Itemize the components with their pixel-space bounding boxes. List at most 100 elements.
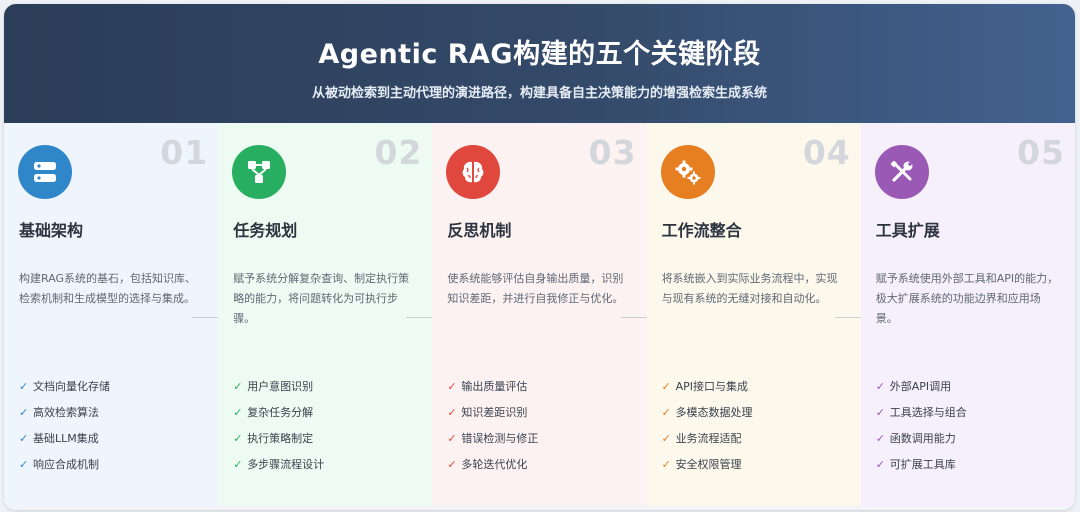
feature-item: ✓ 错误检测与修正 [447,425,538,451]
server-icon [34,162,56,182]
feature-label: 输出质量评估 [461,380,528,393]
stage-number: 05 [1017,133,1065,172]
bottom-strip [4,506,1075,510]
check-icon: ✓ [19,379,29,393]
feature-item: ✓ 安全权限管理 [662,451,753,477]
feature-label: 业务流程适配 [675,432,742,445]
stage-icon-badge [232,145,287,199]
check-icon: ✓ [661,405,671,419]
feature-label: 可扩展工具库 [889,458,956,471]
flowchart-icon [248,161,271,183]
feature-label: 文档向量化存储 [33,380,110,393]
feature-list: ✓ 文档向量化存储 ✓ 高效检索算法 ✓ 基础LLM集成 ✓ 响应合成机制 [19,373,110,477]
feature-label: 错误检测与修正 [461,432,539,445]
check-icon: ✓ [447,379,457,393]
feature-label: 高效检索算法 [33,406,99,419]
feature-list: ✓ API接口与集成 ✓ 多模态数据处理 ✓ 业务流程适配 ✓ 安全权限管理 [662,373,753,477]
page-subtitle: 从被动检索到主动代理的演进路径，构建具备自主决策能力的增强检索生成系统 [311,86,767,101]
check-icon: ✓ [447,431,457,445]
stage-card-5: 05 工具扩展 赋予系统使用外部工具和API的能力，极大扩展系统的功能边界和应用… [860,123,1075,510]
stage-icon-badge [446,145,501,199]
stage-description: 赋予系统分解复杂查询、制定执行策略的能力，将问题转化为可执行步骤。 [233,272,410,325]
feature-item: ✓ 用户意图识别 [233,373,324,399]
feature-item: ✓ 可扩展工具库 [876,451,967,477]
check-icon: ✓ [875,379,885,393]
stage-number: 03 [588,133,637,172]
check-icon: ✓ [875,405,885,419]
stage-title: 工作流整合 [661,221,742,240]
feature-item: ✓ 业务流程适配 [662,425,753,451]
stage-divider [620,317,647,318]
feature-label: 函数调用能力 [889,432,956,445]
infographic-frame: Agentic RAG构建的五个关键阶段 从被动检索到主动代理的演进路径，构建具… [4,4,1075,510]
feature-label: 响应合成机制 [33,458,99,471]
feature-list: ✓ 输出质量评估 ✓ 知识差距识别 ✓ 错误检测与修正 ✓ 多轮迭代优化 [447,373,538,477]
stage-title: 基础架构 [19,221,84,240]
check-icon: ✓ [661,431,671,445]
feature-item: ✓ 高效检索算法 [19,399,110,425]
feature-label: 工具选择与组合 [889,406,967,419]
stage-divider [406,317,433,318]
stage-description: 使系统能够评估自身输出质量，识别知识差距，并进行自我修正与优化。 [447,272,624,305]
stage-card-1: 01 基础架构 构建RAG系统的基石，包括知识库、检索机制和生成模型的选择与集成… [4,123,219,510]
check-icon: ✓ [19,457,29,471]
feature-item: ✓ 执行策略制定 [233,425,324,451]
check-icon: ✓ [875,457,885,471]
stage-icon-badge [874,145,929,199]
feature-item: ✓ 输出质量评估 [447,373,538,399]
stage-icon-badge [660,145,715,199]
feature-label: 复杂任务分解 [247,406,314,419]
brain-icon [462,161,484,183]
stage-card-2: 02 任务规划 赋予系统分解复杂查询、制定执行策略的能力，将问题转化为可执行步骤… [218,123,433,510]
feature-label: 执行策略制定 [247,432,314,445]
check-icon: ✓ [447,405,457,419]
feature-label: 多模态数据处理 [675,406,753,419]
stage-number: 04 [802,133,851,172]
gears-icon [675,160,701,185]
feature-item: ✓ 多轮迭代优化 [447,451,538,477]
check-icon: ✓ [661,457,671,471]
feature-label: API接口与集成 [675,380,748,393]
header-banner: Agentic RAG构建的五个关键阶段 从被动检索到主动代理的演进路径，构建具… [4,4,1075,123]
check-icon: ✓ [233,431,243,445]
stage-description: 赋予系统使用外部工具和API的能力，极大扩展系统的功能边界和应用场景。 [875,272,1059,325]
stage-card-3: 03 反思机制 使系统能够评估自身输出质量，识别知识差距，并进行自我修正与优化。… [432,123,647,510]
check-icon: ✓ [233,457,243,471]
check-icon: ✓ [447,457,457,471]
check-icon: ✓ [875,431,885,445]
stage-title: 任务规划 [233,221,298,240]
page-title: Agentic RAG构建的五个关键阶段 [318,39,761,70]
feature-item: ✓ 响应合成机制 [19,451,110,477]
stage-description: 将系统嵌入到实际业务流程中，实现与现有系统的无缝对接和自动化。 [661,272,838,305]
stage-title: 反思机制 [447,221,512,240]
feature-item: ✓ 知识差距识别 [447,399,538,425]
check-icon: ✓ [19,405,29,419]
feature-item: ✓ 函数调用能力 [876,425,967,451]
check-icon: ✓ [19,431,29,445]
stage-divider [192,317,219,318]
feature-label: 用户意图识别 [247,380,314,393]
stage-description: 构建RAG系统的基石，包括知识库、检索机制和生成模型的选择与集成。 [19,272,197,305]
feature-item: ✓ API接口与集成 [662,373,753,399]
feature-item: ✓ 外部API调用 [876,373,967,399]
feature-item: ✓ 工具选择与组合 [876,399,967,425]
feature-label: 安全权限管理 [675,458,742,471]
stage-title: 工具扩展 [875,221,940,240]
feature-item: ✓ 多步骤流程设计 [233,451,324,477]
stages-row: 01 基础架构 构建RAG系统的基石，包括知识库、检索机制和生成模型的选择与集成… [4,123,1075,510]
check-icon: ✓ [661,379,671,393]
feature-item: ✓ 文档向量化存储 [19,373,110,399]
tools-icon [890,160,913,182]
stage-icon-badge [18,145,72,199]
feature-item: ✓ 基础LLM集成 [19,425,110,451]
stage-divider [834,317,861,318]
check-icon: ✓ [233,405,243,419]
stage-card-4: 04 工作流整合 将系统嵌入到实际业务流程中，实现与现有系统的无缝对接和自动化。… [646,123,861,510]
stage-number: 02 [374,133,423,172]
check-icon: ✓ [233,379,243,393]
stage-number: 01 [160,133,209,172]
feature-list: ✓ 用户意图识别 ✓ 复杂任务分解 ✓ 执行策略制定 ✓ 多步骤流程设计 [233,373,324,477]
feature-label: 多轮迭代优化 [461,458,528,471]
feature-label: 多步骤流程设计 [247,458,325,471]
feature-list: ✓ 外部API调用 ✓ 工具选择与组合 ✓ 函数调用能力 ✓ 可扩展工具库 [876,373,967,477]
